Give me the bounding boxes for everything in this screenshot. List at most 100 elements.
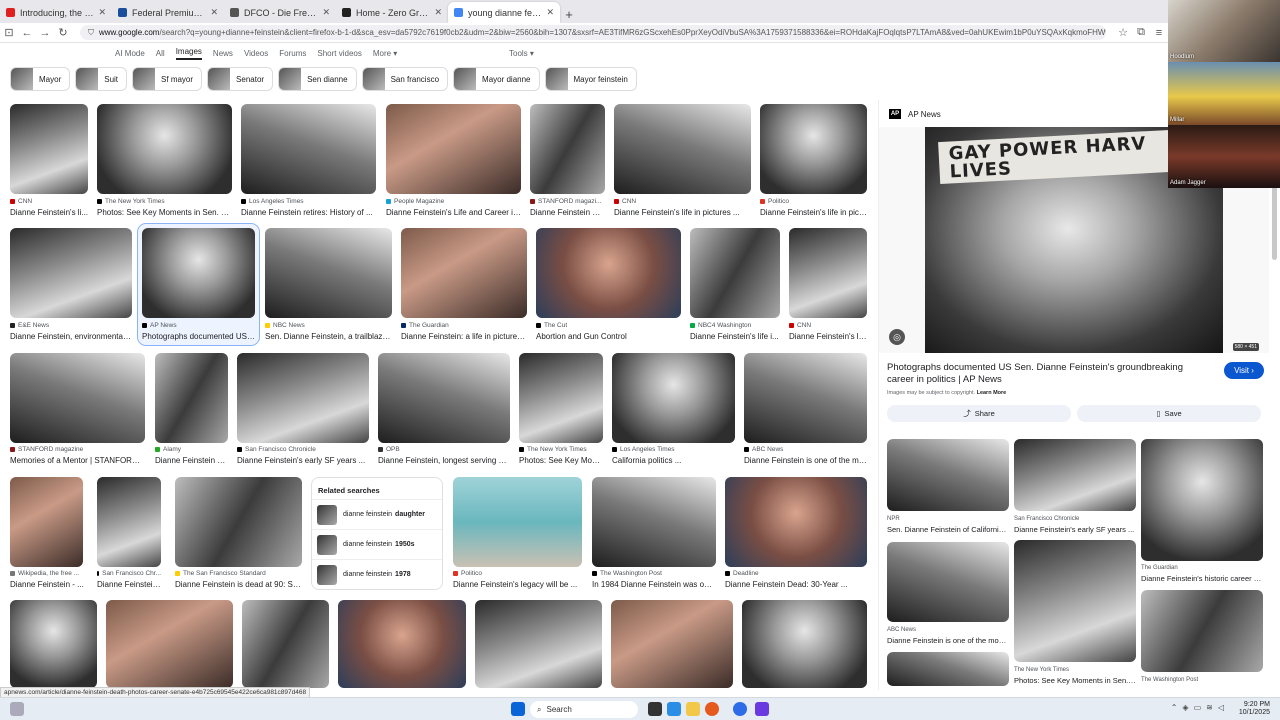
related-caption[interactable]: Dianne Feinstein's historic career b...	[1141, 574, 1263, 583]
close-tab-icon[interactable]: ✕	[546, 7, 554, 18]
result-caption[interactable]: Memories of a Mentor | STANFORD m...	[10, 456, 145, 465]
close-tab-icon[interactable]: ✕	[98, 7, 106, 18]
result-image[interactable]	[10, 477, 83, 567]
result-image[interactable]	[10, 353, 145, 443]
related-image[interactable]	[1014, 439, 1136, 511]
related-image[interactable]	[887, 652, 1009, 686]
result-image[interactable]	[611, 600, 733, 688]
tab-more[interactable]: More ▾	[373, 49, 397, 58]
result-caption[interactable]: Dianne Feinstein's Life and Career in ..…	[386, 208, 521, 217]
related-search-item[interactable]: dianne feinstein 1950s	[312, 529, 442, 559]
result-caption[interactable]: Dianne Feinstein's life in pict...	[760, 208, 867, 217]
chip-mayor-dianne[interactable]: Mayor dianne	[453, 67, 540, 91]
volume-icon[interactable]: ◁	[1218, 703, 1224, 712]
chevron-up-icon[interactable]: ⌃	[1171, 703, 1178, 712]
result-image[interactable]	[519, 353, 603, 443]
result-image[interactable]	[453, 477, 582, 567]
result-caption[interactable]: Dianne Feinstein's life i...	[690, 332, 780, 341]
result-image[interactable]	[265, 228, 392, 318]
result-image[interactable]	[536, 228, 681, 318]
browser-tab[interactable]: Federal Premium HST 9mm 124✕	[112, 2, 224, 23]
tab-images[interactable]: Images	[175, 47, 202, 60]
result-image[interactable]	[237, 353, 369, 443]
related-caption[interactable]: Photos: See Key Moments in Sen. ...	[1014, 676, 1136, 685]
result-image[interactable]	[530, 104, 605, 194]
chip-mayor[interactable]: Mayor	[10, 67, 71, 91]
result-image[interactable]	[97, 477, 161, 567]
bookmark-icon[interactable]: ☆	[1114, 26, 1132, 39]
chip-senator[interactable]: Senator	[207, 67, 274, 91]
save-button[interactable]: ▯ Save	[1077, 405, 1261, 422]
zoom-icon[interactable]	[733, 702, 747, 716]
related-search-item[interactable]: dianne feinstein 1978	[312, 559, 442, 589]
tab-all[interactable]: All	[156, 49, 165, 58]
result-caption[interactable]: Dianne Feinstein's early SF years ...	[237, 456, 369, 465]
result-image[interactable]	[10, 104, 88, 194]
browser-tab-active[interactable]: young dianne feinstein - Googl✕	[448, 2, 560, 23]
start-icon[interactable]	[511, 702, 525, 716]
result-image[interactable]	[725, 477, 867, 567]
result-caption[interactable]: In 1984 Dianne Feinstein was on t...	[592, 580, 716, 589]
result-caption[interactable]: Dianne Feinstein Dead: 30-Year ...	[725, 580, 867, 589]
result-caption[interactable]: California politics ...	[612, 456, 735, 465]
browser-tab[interactable]: Home - Zero Group Mfg✕	[336, 2, 448, 23]
browser-tab[interactable]: Introducing, the DNT TNC335P✕	[0, 2, 112, 23]
browser-tab[interactable]: DFCO - Die Free Co, LLC✕	[224, 2, 336, 23]
result-caption[interactable]: Dianne Feinstein's legacy will be ...	[453, 580, 582, 589]
reload-icon[interactable]: ↻	[54, 26, 72, 39]
tab-videos[interactable]: Videos	[244, 49, 268, 58]
result-caption[interactable]: Dianne Feinstein's lif...	[789, 332, 867, 341]
security-icon[interactable]: ◈	[1182, 703, 1188, 712]
result-image[interactable]	[155, 353, 228, 443]
result-caption[interactable]: Dianne Feinstein's life in pictures ...	[614, 208, 751, 217]
related-image[interactable]	[1141, 439, 1263, 561]
result-caption[interactable]: Photos: See Key Moments in Sen. Dia...	[97, 208, 232, 217]
result-caption[interactable]: Dianne Feinstein - ...	[10, 580, 85, 589]
result-image[interactable]	[742, 600, 867, 688]
discord-icon[interactable]	[755, 702, 769, 716]
result-image[interactable]	[592, 477, 716, 567]
tools-button[interactable]: Tools ▾	[509, 49, 534, 58]
taskbar-clock[interactable]: 9:20 PM 10/1/2025	[1239, 701, 1270, 717]
result-image[interactable]	[106, 600, 233, 688]
result-caption[interactable]: Photos: See Key Mom...	[519, 456, 603, 465]
result-image-selected[interactable]	[142, 228, 255, 318]
result-image[interactable]	[614, 104, 751, 194]
chip-suit[interactable]: Suit	[75, 67, 128, 91]
related-image[interactable]	[887, 439, 1009, 511]
result-image[interactable]	[241, 104, 376, 194]
wifi-icon[interactable]: ≋	[1206, 703, 1213, 712]
result-caption[interactable]: Dianne Feinstein m...	[155, 456, 228, 465]
tab-news[interactable]: News	[213, 49, 233, 58]
result-caption[interactable]: Dianne Feinstein, longest serving wo...	[378, 456, 510, 465]
related-caption[interactable]: Sen. Dianne Feinstein of California ...	[887, 525, 1009, 534]
forward-icon[interactable]: →	[36, 27, 54, 39]
related-caption[interactable]: Dianne Feinstein is one of the most ...	[887, 636, 1009, 645]
result-image[interactable]	[401, 228, 527, 318]
copilot-icon[interactable]	[667, 702, 681, 716]
monitor-icon[interactable]: ▭	[1194, 703, 1202, 712]
chip-sf-mayor[interactable]: Sf mayor	[132, 67, 203, 91]
result-caption[interactable]: Dianne Feinstein's ...	[97, 580, 161, 589]
result-image[interactable]	[475, 600, 602, 688]
result-image[interactable]	[690, 228, 780, 318]
result-caption[interactable]: Abortion and Gun Control	[536, 332, 681, 341]
chip-sen-dianne[interactable]: Sen dianne	[278, 67, 357, 91]
file-explorer-icon[interactable]	[686, 702, 700, 716]
related-caption[interactable]: Dianne Feinstein's early SF years ...	[1014, 525, 1136, 534]
firefox-icon[interactable]	[705, 702, 719, 716]
close-tab-icon[interactable]: ✕	[434, 7, 442, 18]
result-image[interactable]	[744, 353, 867, 443]
result-caption[interactable]: Dianne Feinstein retires: History of ...	[241, 208, 376, 217]
result-image[interactable]	[338, 600, 466, 688]
chip-mayor-feinstein[interactable]: Mayor feinstein	[544, 67, 637, 91]
result-caption[interactable]: Dianne Feinstein is dead at 90: See ...	[175, 580, 302, 589]
tab-forums[interactable]: Forums	[279, 49, 306, 58]
extensions-icon[interactable]: ⧉	[1132, 26, 1150, 39]
result-image[interactable]	[789, 228, 867, 318]
result-caption[interactable]: Dianne Feinstein is one of the mos...	[744, 456, 867, 465]
share-button[interactable]: ⤴ Share	[887, 405, 1071, 422]
result-image[interactable]	[10, 228, 132, 318]
lens-search-icon[interactable]: ◎	[889, 329, 905, 345]
tab-short-videos[interactable]: Short videos	[317, 49, 361, 58]
